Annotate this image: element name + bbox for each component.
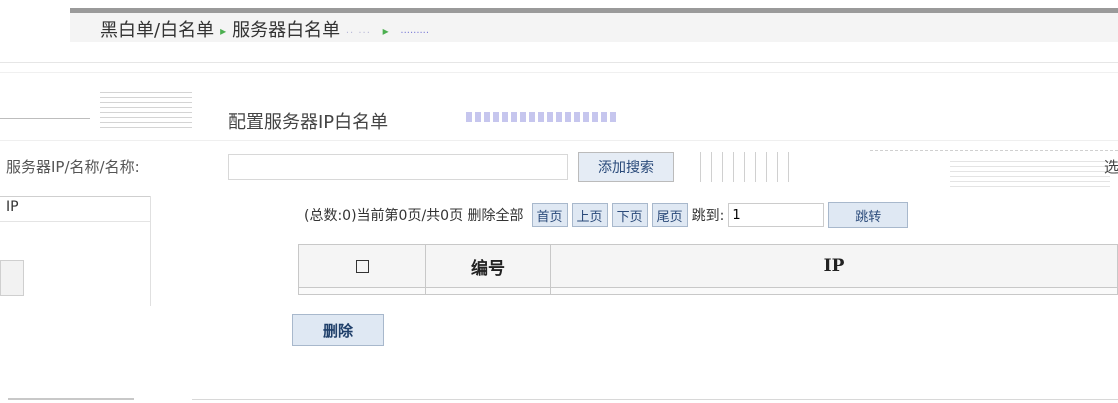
table-cell [298,287,426,295]
page-number-input[interactable] [728,203,825,227]
filter-placeholder [950,157,1110,187]
section-title-decoration [466,112,616,122]
search-button[interactable]: 添加搜索 [578,152,674,182]
toolbar-decoration [690,152,790,182]
go-page-button[interactable]: 跳转 [828,202,909,228]
select-label-fragment: 选 [1104,158,1118,176]
breadcrumb-faint-text: ·· ··· [345,28,371,39]
divider [0,62,1118,63]
select-all-checkbox[interactable] [355,260,369,273]
pagination-bar: (总数:0)当前第0页/共0页 删除全部 首页 上页 下页 尾页 跳到: 跳转 [304,200,909,230]
chevron-right-icon: ▸ [220,24,227,38]
table-cell [425,287,551,295]
breadcrumb: 黑白单/白名单 ▸ 服务器白名单 ·· ··· ▸ ········· [100,18,429,44]
search-label: 服务器IP/名称/名称: [6,158,140,176]
last-page-button[interactable]: 尾页 [651,203,688,227]
section-decoration [100,88,192,128]
left-tab-ip[interactable]: IP [0,196,150,222]
select-all-header [298,244,426,288]
first-page-button[interactable]: 首页 [531,203,568,227]
column-header-number: 编号 [425,244,551,288]
breadcrumb-parent[interactable]: 黑白单/白名单 [100,20,214,41]
table-row [298,287,1118,295]
column-header-ip: IP [550,244,1118,288]
footer-divider [8,398,134,400]
divider [0,118,90,119]
next-page-button[interactable]: 下页 [611,203,648,227]
arrow-right-icon: ▸ [382,24,389,38]
left-panel-border [150,196,151,306]
breadcrumb-faint-link: ········· [400,28,430,39]
table-cell [550,287,1118,295]
breadcrumb-current: 服务器白名单 [232,20,341,41]
goto-label: 跳到: [691,208,725,224]
right-filter-panel [870,150,1118,198]
footer-divider [192,399,1118,400]
delete-button[interactable]: 删除 [292,314,384,346]
search-input[interactable] [228,154,568,180]
whitelist-table: 编号 IP [298,244,1118,295]
left-action-button[interactable] [0,260,24,296]
table-header-row: 编号 IP [298,244,1118,288]
divider [0,72,1118,73]
divider [0,140,1118,141]
section-title: 配置服务器IP白名单 [228,112,389,133]
pagination-info: (总数:0)当前第0页/共0页 删除全部 [304,208,524,224]
prev-page-button[interactable]: 上页 [571,203,608,227]
